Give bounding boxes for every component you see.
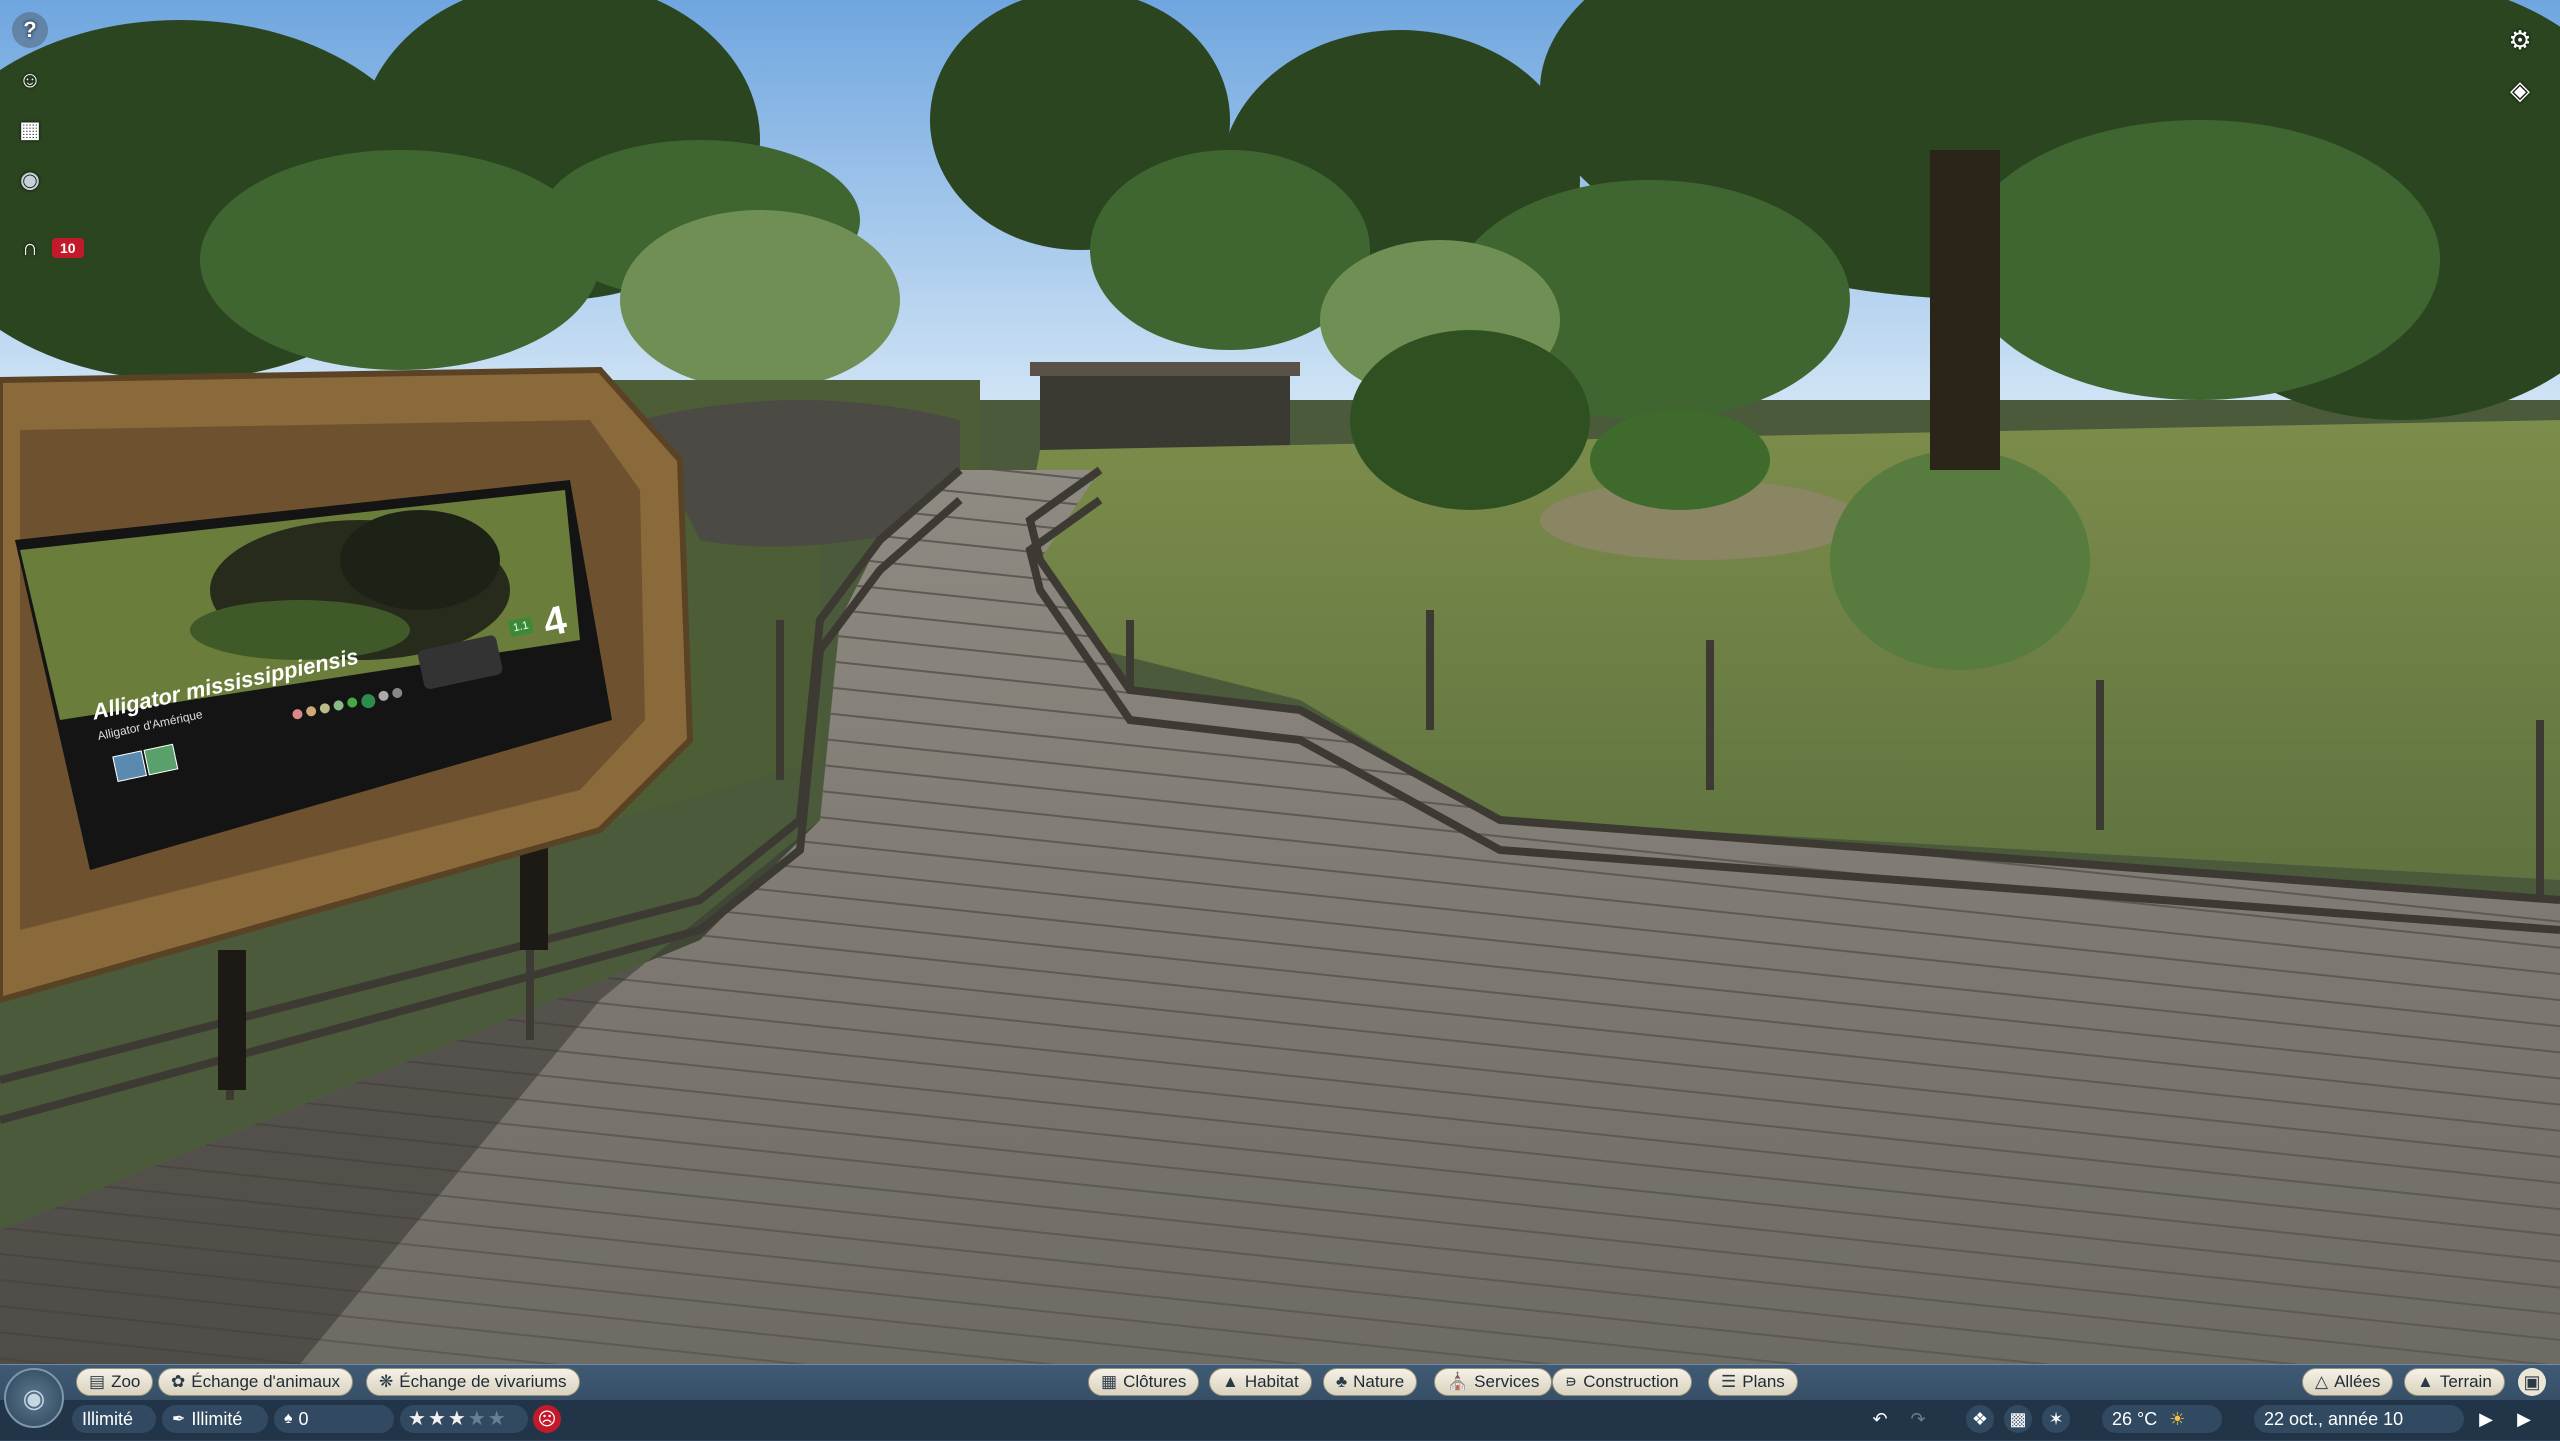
star-empty-icon: ★ bbox=[467, 1408, 486, 1430]
guests-display[interactable]: ♠ 0 bbox=[274, 1405, 394, 1433]
research-value: Illimité bbox=[191, 1408, 243, 1429]
habitat-icon: ▲ bbox=[1222, 1372, 1239, 1391]
star-filled-icon: ★ bbox=[408, 1408, 426, 1430]
region-code: 1.1 bbox=[507, 616, 534, 638]
camera-mode-button[interactable]: ◉ bbox=[4, 1368, 64, 1428]
construction-button[interactable]: ⋼ Construction bbox=[1552, 1368, 1692, 1396]
unhappy-face-icon[interactable]: ☹ bbox=[533, 1405, 561, 1433]
globe-overlay-icon[interactable]: ◈ bbox=[2502, 72, 2538, 108]
notification-icon[interactable]: ▩ bbox=[2004, 1405, 2032, 1433]
fence-icon: ▦ bbox=[1101, 1372, 1118, 1391]
fast-forward-icon[interactable]: ▶ bbox=[2510, 1405, 2538, 1433]
plans-icon: ☰ bbox=[1721, 1372, 1737, 1391]
zoo-entrance-icon[interactable]: ∩ bbox=[12, 230, 48, 266]
terrain-label: Terrain bbox=[2439, 1372, 2492, 1391]
construction-icon: ⋼ bbox=[1565, 1372, 1578, 1391]
animal-exchange-button[interactable]: ✿ Échange d'animaux bbox=[158, 1368, 354, 1396]
zoo-rating[interactable]: ★ ★ ★ ★ ★ bbox=[400, 1405, 528, 1433]
money-value: Illimité bbox=[82, 1408, 134, 1429]
star-filled-icon: ★ bbox=[447, 1408, 466, 1430]
notification-badge: 10 bbox=[52, 238, 84, 258]
construction-label: Construction bbox=[1583, 1372, 1679, 1391]
terrain-button[interactable]: ▲ Terrain bbox=[2404, 1368, 2505, 1396]
date-value: 22 oct., année 10 bbox=[2264, 1408, 2404, 1429]
speed-icon[interactable]: ✶ bbox=[2042, 1405, 2070, 1433]
research-display[interactable]: ✒ Illimité bbox=[162, 1405, 268, 1433]
zoo-icon: ▤ bbox=[89, 1372, 106, 1391]
habitat-icon bbox=[112, 750, 148, 783]
fences-button[interactable]: ▦ Clôtures bbox=[1088, 1368, 1200, 1396]
temperature-display: 26 °C ☀ bbox=[2102, 1405, 2222, 1433]
vivarium-exchange-button[interactable]: ❋ Échange de vivariums bbox=[366, 1368, 580, 1396]
animal-exchange-label: Échange d'animaux bbox=[191, 1372, 341, 1391]
date-display: 22 oct., année 10 bbox=[2254, 1405, 2464, 1433]
star-filled-icon: ★ bbox=[427, 1408, 446, 1430]
habitat-button[interactable]: ▲ Habitat bbox=[1209, 1368, 1312, 1396]
play-icon[interactable]: ▶ bbox=[2472, 1405, 2500, 1433]
gear-icon[interactable]: ⚙ bbox=[2502, 22, 2538, 58]
redo-icon[interactable]: ↷ bbox=[1904, 1405, 1932, 1433]
eye-icon[interactable]: ◉ bbox=[12, 162, 48, 198]
research-icon: ✒ bbox=[172, 1411, 186, 1428]
habitat-label: Habitat bbox=[1244, 1372, 1299, 1391]
paths-button[interactable]: △ Allées bbox=[2302, 1368, 2394, 1396]
guests-value: 0 bbox=[298, 1408, 309, 1429]
guests-icon: ♠ bbox=[284, 1410, 293, 1427]
fences-label: Clôtures bbox=[1123, 1372, 1187, 1391]
expand-menu-icon[interactable]: ▣ bbox=[2518, 1368, 2546, 1396]
help-icon[interactable]: ? bbox=[12, 12, 48, 48]
terrain-icon: ▲ bbox=[2417, 1372, 2434, 1391]
money-display[interactable]: Illimité bbox=[72, 1405, 156, 1433]
zoo-button[interactable]: ▤ Zoo bbox=[76, 1368, 154, 1396]
vivarium-icon: ❋ bbox=[379, 1372, 394, 1391]
paw-icon: ✿ bbox=[171, 1372, 186, 1391]
path-icon: △ bbox=[2315, 1372, 2329, 1391]
tree-icon: ♣ bbox=[1336, 1372, 1348, 1391]
plans-button[interactable]: ☰ Plans bbox=[1708, 1368, 1798, 1396]
plans-label: Plans bbox=[1742, 1372, 1785, 1391]
services-label: Services bbox=[1474, 1372, 1540, 1391]
guest-portrait-icon[interactable]: ☺ bbox=[12, 62, 48, 98]
nature-label: Nature bbox=[1353, 1372, 1405, 1391]
services-button[interactable]: ⛪ Services bbox=[1434, 1368, 1553, 1396]
pause-speed-icon[interactable]: ❖ bbox=[1966, 1405, 1994, 1433]
vivarium-exchange-label: Échange de vivariums bbox=[399, 1372, 567, 1391]
temperature-value: 26 °C bbox=[2112, 1408, 2158, 1429]
sunny-icon: ☀ bbox=[2169, 1408, 2186, 1429]
biome-icon bbox=[143, 743, 179, 776]
services-icon: ⛪ bbox=[1447, 1372, 1469, 1391]
nature-button[interactable]: ♣ Nature bbox=[1323, 1368, 1418, 1396]
star-empty-icon: ★ bbox=[487, 1408, 506, 1430]
paths-label: Allées bbox=[2334, 1372, 2381, 1391]
zoo-label: Zoo bbox=[111, 1372, 141, 1391]
calendar-icon[interactable]: ▦ bbox=[12, 112, 48, 148]
undo-icon[interactable]: ↶ bbox=[1866, 1405, 1894, 1433]
